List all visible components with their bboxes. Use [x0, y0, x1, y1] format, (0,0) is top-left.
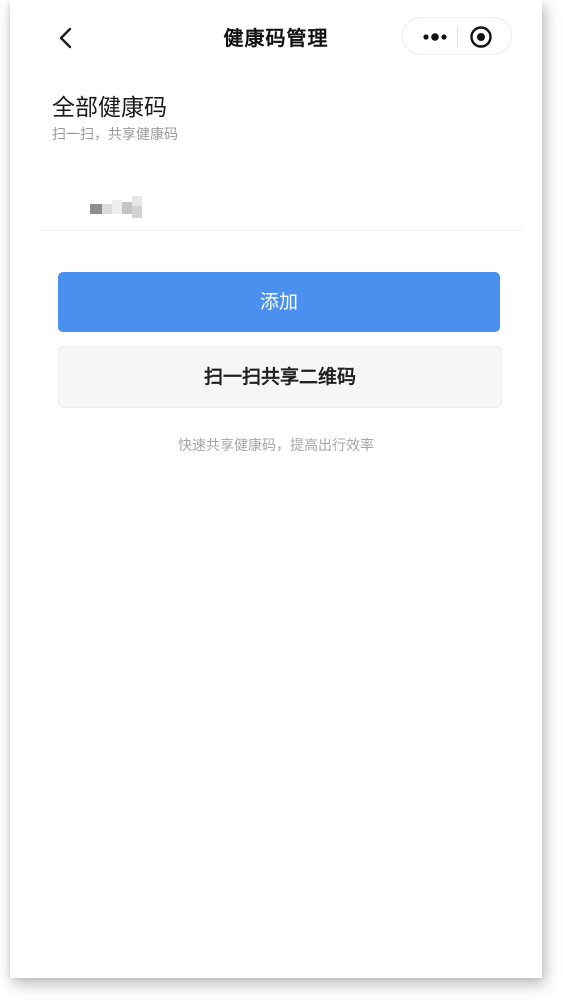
- section-title: 全部健康码: [52, 95, 167, 121]
- section-subtitle: 扫一扫，共享健康码: [52, 127, 178, 143]
- pixelated-name: [90, 196, 146, 222]
- more-dots-icon: [423, 33, 447, 41]
- target-circle-icon: [470, 26, 492, 48]
- more-button[interactable]: [417, 26, 453, 48]
- tip-text: 快速共享健康码，提高出行效率: [178, 438, 374, 454]
- health-code-list-item[interactable]: [40, 178, 522, 231]
- miniprogram-capsule: [402, 17, 512, 55]
- capsule-divider: [457, 27, 458, 47]
- close-miniprogram-button[interactable]: [469, 25, 493, 49]
- scan-share-qrcode-button[interactable]: 扫一扫共享二维码: [58, 346, 502, 408]
- navigation-bar: 健康码管理: [10, 0, 542, 72]
- add-button[interactable]: 添加: [58, 272, 500, 332]
- phone-screen: 健康码管理 全部健康码 扫一扫，共享健康码 添加 扫一扫共享二维码 快速共享健康…: [10, 0, 542, 978]
